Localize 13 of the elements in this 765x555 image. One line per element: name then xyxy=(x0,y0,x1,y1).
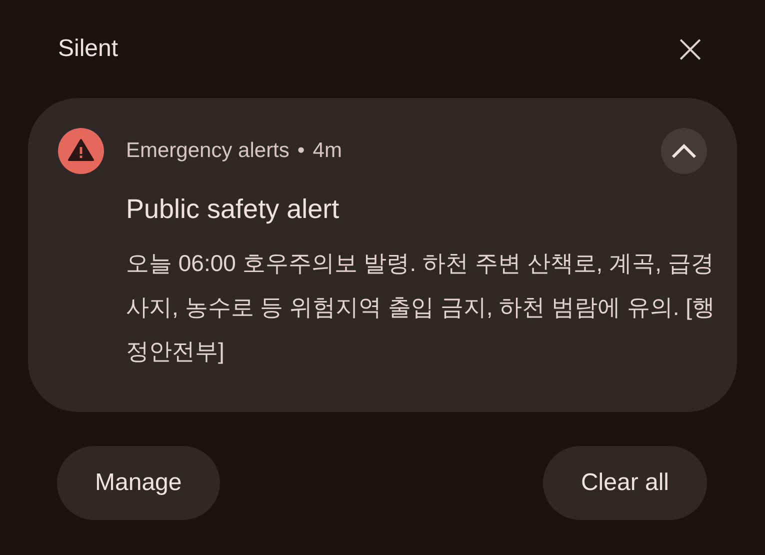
collapse-button[interactable] xyxy=(661,128,707,174)
action-button[interactable]: Manage xyxy=(57,446,220,520)
action-button[interactable]: Clear all xyxy=(542,446,707,520)
notification-card[interactable]: Emergency alerts • 4m Public safety alert 오늘 06:00 호우주의보 발령. 하천 주변 산책로, 계곡, 급경사지, 농수로 등 위험지역 출입 금지, 하천 범람에 유의. [행정안전부] xyxy=(28,98,737,412)
warning-icon xyxy=(58,128,104,174)
section-title: Silent xyxy=(58,35,118,63)
chevron-icon xyxy=(671,143,697,159)
close-button[interactable]: × xyxy=(673,29,707,69)
notification-body: 오늘 06:00 호우주의보 발령. 하천 주변 산책로, 계곡, 급경사지, 농수로 등 위험지역 출입 금지, 하천 범람에 유의. [행정안전부] xyxy=(126,249,716,366)
timestamp: 4m xyxy=(312,139,342,163)
separator-dot: • xyxy=(297,139,305,163)
notification-title: Public safety alert xyxy=(126,194,340,225)
app-name: Emergency alerts xyxy=(126,139,290,163)
